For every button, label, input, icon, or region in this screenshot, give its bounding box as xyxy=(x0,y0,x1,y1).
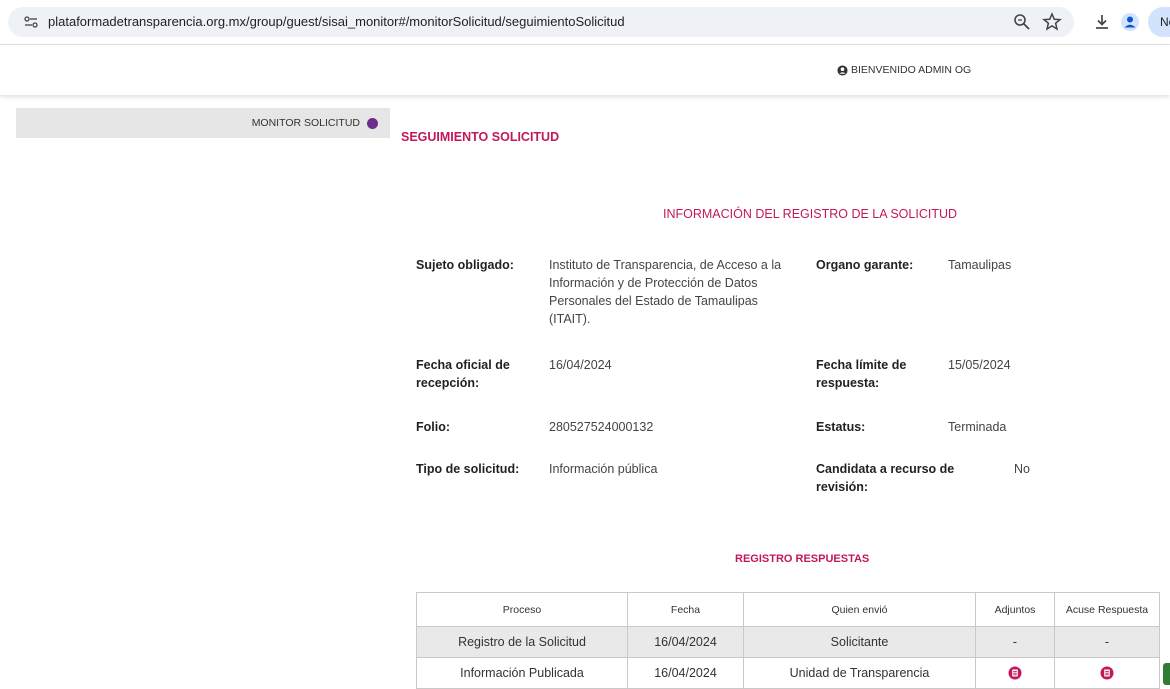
document-icon[interactable] xyxy=(1100,666,1114,680)
sujeto-label: Sujeto obligado: xyxy=(416,258,514,272)
column-header-fecha: Fecha xyxy=(627,592,744,627)
cell-acuse: - xyxy=(1054,626,1160,658)
sujeto-value: Instituto de Transparencia, de Acceso a … xyxy=(549,258,782,326)
organo-value: Tamaulipas xyxy=(948,258,1012,272)
url-text[interactable]: plataformadetransparencia.org.mx/group/g… xyxy=(48,14,625,29)
welcome-menu[interactable]: BIENVENIDO ADMIN OG xyxy=(837,64,971,76)
folio-value: 280527524000132 xyxy=(549,420,654,434)
fecha-oficial-value: 16/04/2024 xyxy=(549,358,612,372)
browser-bar: plataformadetransparencia.org.mx/group/g… xyxy=(0,0,1170,45)
column-header-acuse: Acuse Respuesta xyxy=(1054,592,1160,627)
zoom-icon[interactable] xyxy=(1012,12,1032,32)
responses-table: Proceso Fecha Quien envió Adjuntos Acuse… xyxy=(416,592,1160,689)
table-header-row: Proceso Fecha Quien envió Adjuntos Acuse… xyxy=(416,592,1160,627)
fecha-limite-value: 15/05/2024 xyxy=(948,358,1011,372)
site-settings-icon[interactable] xyxy=(24,16,38,28)
folio-label: Folio: xyxy=(416,420,451,434)
column-header-proceso: Proceso xyxy=(416,592,628,627)
download-icon[interactable] xyxy=(1092,12,1112,32)
side-tab[interactable] xyxy=(1163,663,1170,685)
estatus-value: Terminada xyxy=(948,420,1007,434)
tipo-value: Información pública xyxy=(549,462,658,476)
cell-proceso: Información Publicada xyxy=(416,657,628,689)
table-row: Registro de la Solicitud 16/04/2024 Soli… xyxy=(416,626,1160,658)
tipo-label: Tipo de solicitud: xyxy=(416,462,520,476)
cell-quien: Unidad de Transparencia xyxy=(743,657,976,689)
candidata-value: No xyxy=(1014,462,1030,476)
cell-adjuntos xyxy=(975,657,1055,689)
address-bar[interactable]: plataformadetransparencia.org.mx/group/g… xyxy=(8,7,1074,37)
cell-adjuntos: - xyxy=(975,626,1055,658)
column-header-adjuntos: Adjuntos xyxy=(975,592,1055,627)
info-section-title: INFORMACIÓN DEL REGISTRO DE LA SOLICITUD xyxy=(663,207,958,221)
profile-badge[interactable]: Nc xyxy=(1148,7,1170,37)
cell-quien: Solicitante xyxy=(743,626,976,658)
responses-title: REGISTRO RESPUESTAS xyxy=(735,553,870,565)
table-row: Información Publicada 16/04/2024 Unidad … xyxy=(416,657,1160,689)
chevron-circle-icon xyxy=(367,118,378,129)
organo-label: Organo garante: xyxy=(816,258,914,272)
estatus-label: Estatus: xyxy=(816,420,866,434)
document-icon[interactable] xyxy=(1008,666,1022,680)
cell-fecha: 16/04/2024 xyxy=(627,657,744,689)
cell-proceso: Registro de la Solicitud xyxy=(416,626,628,658)
sidebar-item-monitor-solicitud[interactable]: MONITOR SOLICITUD xyxy=(16,108,390,138)
profile-icon[interactable] xyxy=(1120,12,1140,32)
cell-fecha: 16/04/2024 xyxy=(627,626,744,658)
sidebar-item-label: MONITOR SOLICITUD xyxy=(251,117,360,129)
fecha-oficial-label: Fecha oficial de recepción: xyxy=(416,358,510,390)
bookmark-star-icon[interactable] xyxy=(1042,12,1062,32)
page-title: SEGUIMIENTO SOLICITUD xyxy=(401,130,560,144)
cell-acuse xyxy=(1054,657,1160,689)
fecha-limite-label: Fecha límite de respuesta: xyxy=(816,358,907,390)
welcome-text: BIENVENIDO ADMIN OG xyxy=(851,64,972,76)
column-header-quien: Quien envió xyxy=(743,592,976,627)
candidata-label: Candidata a recurso de revisión: xyxy=(816,462,955,494)
user-circle-icon xyxy=(837,64,848,76)
app-header: BIENVENIDO ADMIN OG xyxy=(0,45,1170,95)
